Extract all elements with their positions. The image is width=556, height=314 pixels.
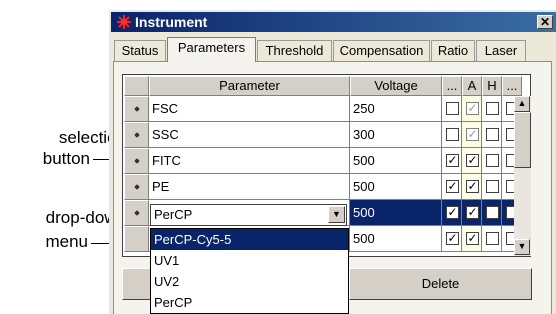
a-checkbox[interactable]: ✓ (466, 102, 479, 115)
log-checkbox[interactable]: ✓ (446, 206, 459, 219)
tab-compensation[interactable]: Compensation (333, 40, 430, 61)
scroll-down-button[interactable]: ▼ (514, 239, 530, 255)
scrollbar-thumb[interactable] (514, 112, 531, 168)
h-checkbox[interactable] (486, 180, 499, 193)
row-selection-button[interactable] (124, 122, 149, 148)
header-more-2[interactable]: ... (502, 76, 522, 96)
down-arrow-icon: ▼ (517, 241, 527, 251)
a-checkbox[interactable]: ✓ (466, 154, 479, 167)
tab-laser[interactable]: Laser (476, 40, 526, 61)
delete-button[interactable]: Delete (349, 268, 532, 300)
h-checkbox[interactable] (486, 232, 499, 245)
window-title: Instrument (135, 14, 208, 30)
log-checkbox[interactable]: ✓ (446, 232, 459, 245)
log-checkbox[interactable] (446, 102, 459, 115)
row-selection-button[interactable] (124, 200, 149, 226)
header-voltage[interactable]: Voltage (350, 76, 442, 96)
a-checkbox[interactable]: ✓ (466, 180, 479, 193)
voltage-cell[interactable]: 500 (350, 148, 442, 174)
log-checkbox[interactable] (446, 128, 459, 141)
selection-dot-icon (134, 158, 140, 164)
header-corner (124, 76, 149, 96)
header-h[interactable]: H (482, 76, 502, 96)
callout-dropdown-menu-label-2: menu (45, 232, 88, 251)
parameter-cell[interactable]: SSC (149, 122, 350, 148)
up-arrow-icon: ▲ (517, 98, 527, 108)
log-checkbox[interactable]: ✓ (446, 180, 459, 193)
tab-ratio[interactable]: Ratio (431, 40, 475, 61)
row-selection-button[interactable] (124, 96, 149, 122)
scroll-up-button[interactable]: ▲ (514, 96, 530, 112)
parameter-cell[interactable]: PE (149, 174, 350, 200)
voltage-cell[interactable]: 500 (350, 174, 442, 200)
selection-dot-icon (134, 132, 140, 138)
parameter-cell[interactable]: FITC (149, 148, 350, 174)
header-parameter[interactable]: Parameter (149, 76, 350, 96)
selection-dot-icon (134, 184, 140, 190)
tab-threshold[interactable]: Threshold (257, 40, 332, 61)
selection-dot-icon (134, 210, 140, 216)
dropdown-arrow-button[interactable]: ▼ (328, 206, 345, 223)
h-checkbox[interactable] (486, 128, 499, 141)
voltage-cell-selected[interactable]: 500 (350, 200, 442, 226)
close-button[interactable]: ✕ (537, 15, 553, 29)
a-checkbox[interactable]: ✓ (466, 206, 479, 219)
a-checkbox[interactable]: ✓ (466, 128, 479, 141)
tab-parameters[interactable]: Parameters (167, 37, 256, 62)
voltage-cell[interactable]: 300 (350, 122, 442, 148)
row-selection-button[interactable] (124, 174, 149, 200)
parameter-dropdown[interactable]: PerCP (150, 204, 347, 226)
dropdown-option[interactable]: UV2 (151, 271, 348, 292)
burst-icon (116, 14, 132, 30)
dropdown-menu: PerCP-Cy5-5 UV1 UV2 PerCP (150, 228, 349, 314)
row-selection-button[interactable] (124, 148, 149, 174)
down-arrow-icon: ▼ (332, 209, 341, 219)
h-checkbox[interactable] (486, 206, 499, 219)
callout-selection-button-label-2: button (42, 149, 90, 168)
a-checkbox[interactable]: ✓ (466, 232, 479, 245)
row-selection-button[interactable] (124, 226, 149, 252)
left-button[interactable] (122, 268, 152, 300)
dropdown-option[interactable]: PerCP (151, 292, 348, 313)
close-icon: ✕ (539, 15, 551, 29)
header-a[interactable]: A (462, 76, 482, 96)
dropdown-option[interactable]: PerCP-Cy5-5 (151, 229, 348, 250)
selection-dot-icon (134, 106, 140, 112)
voltage-cell[interactable]: 250 (350, 96, 442, 122)
h-checkbox[interactable] (486, 102, 499, 115)
parameter-cell[interactable]: FSC (149, 96, 350, 122)
dropdown-option[interactable]: UV1 (151, 250, 348, 271)
h-checkbox[interactable] (486, 154, 499, 167)
tab-status[interactable]: Status (114, 40, 166, 61)
header-more-1[interactable]: ... (442, 76, 462, 96)
log-checkbox[interactable]: ✓ (446, 154, 459, 167)
voltage-cell[interactable]: 500 (350, 226, 442, 252)
